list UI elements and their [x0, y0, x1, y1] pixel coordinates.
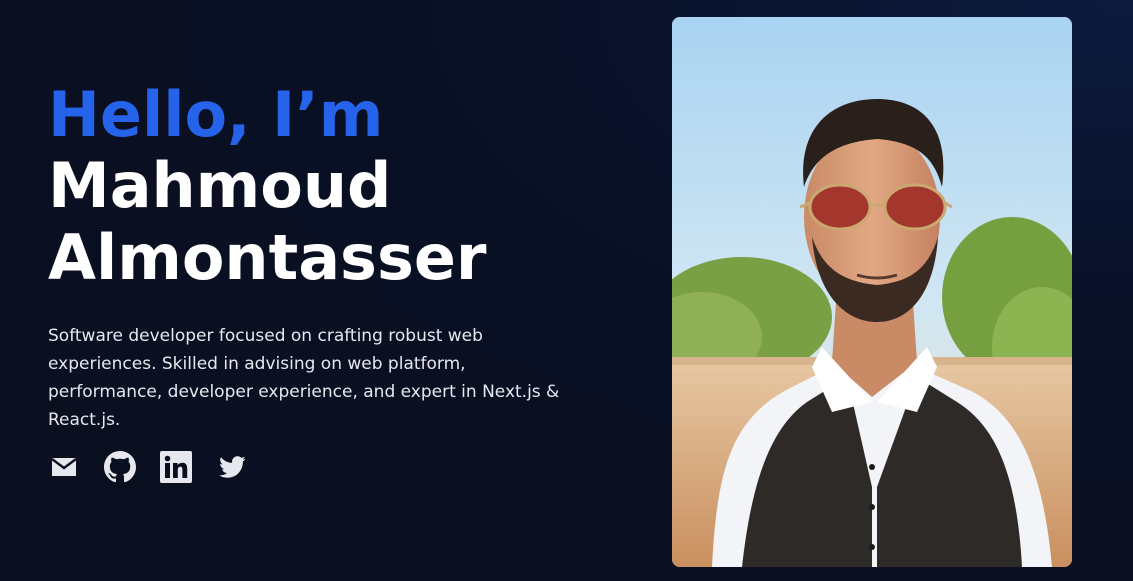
mail-icon	[51, 458, 77, 476]
email-link[interactable]	[48, 450, 80, 484]
linkedin-icon	[160, 451, 192, 483]
linkedin-link[interactable]	[160, 450, 192, 484]
github-icon	[104, 451, 136, 483]
name-first: Mahmoud	[48, 149, 392, 222]
twitter-icon	[219, 456, 246, 478]
social-links	[48, 450, 248, 484]
portrait-illustration	[672, 17, 1072, 567]
hero-text: Hello, I’m Mahmoud Almontasser Software …	[48, 80, 608, 434]
profile-photo	[672, 17, 1072, 567]
greeting-heading: Hello, I’m	[48, 78, 384, 151]
github-link[interactable]	[104, 450, 136, 484]
hero-section: Hello, I’m Mahmoud Almontasser Software …	[0, 0, 1133, 581]
twitter-link[interactable]	[216, 450, 248, 484]
bio-paragraph: Software developer focused on crafting r…	[48, 326, 560, 430]
name-last: Almontasser	[48, 221, 487, 294]
